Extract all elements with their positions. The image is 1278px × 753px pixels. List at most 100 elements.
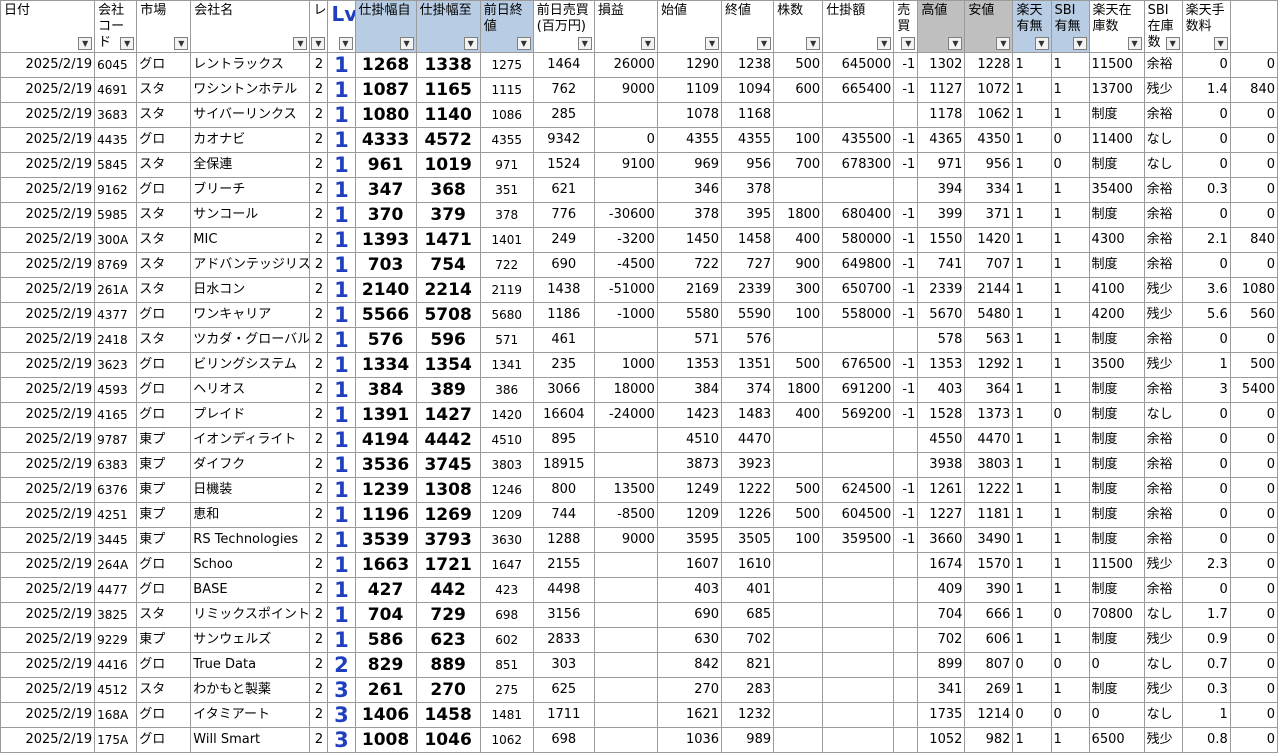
sbi-stock-cell[interactable]: 残少: [1143, 727, 1183, 753]
sbi-flag-cell[interactable]: 1: [1050, 227, 1090, 253]
shares-cell[interactable]: [773, 577, 824, 603]
close-cell[interactable]: 1483: [721, 402, 775, 428]
entry-to-cell[interactable]: 5708: [415, 302, 481, 328]
sbi-stock-cell[interactable]: なし: [1143, 402, 1183, 428]
date-cell[interactable]: 2025/2/19: [0, 627, 96, 653]
filter-dropdown-icon[interactable]: ▼: [705, 37, 720, 50]
column-header[interactable]: 日付 ▼: [0, 0, 96, 53]
close-cell[interactable]: 2339: [721, 277, 775, 303]
position-amount-cell[interactable]: [822, 652, 895, 678]
rakuten-fee-cell[interactable]: 5.6: [1181, 302, 1231, 328]
code-cell[interactable]: 261A: [94, 277, 138, 303]
fee-amount-cell[interactable]: 0: [1229, 52, 1278, 78]
level-cell[interactable]: 2: [309, 677, 329, 703]
entry-to-cell[interactable]: 270: [415, 677, 481, 703]
lv-cell[interactable]: 1: [327, 602, 356, 628]
prev-volume-cell[interactable]: 1288: [532, 527, 595, 553]
entry-to-cell[interactable]: 3793: [415, 527, 481, 553]
open-cell[interactable]: 571: [656, 327, 723, 353]
lv-cell[interactable]: 1: [327, 627, 356, 653]
level-cell[interactable]: 2: [309, 52, 329, 78]
high-cell[interactable]: 409: [917, 577, 966, 603]
close-cell[interactable]: 1351: [721, 352, 775, 378]
filter-dropdown-icon[interactable]: ▼: [399, 37, 414, 50]
entry-to-cell[interactable]: 4572: [415, 127, 481, 153]
profit-loss-cell[interactable]: [593, 177, 658, 203]
low-cell[interactable]: 1181: [964, 502, 1014, 528]
sbi-stock-cell[interactable]: なし: [1143, 652, 1183, 678]
high-cell[interactable]: 403: [917, 377, 966, 403]
code-cell[interactable]: 5845: [94, 152, 138, 178]
profit-loss-cell[interactable]: -51000: [593, 277, 658, 303]
company-name-cell[interactable]: 日水コン: [190, 277, 311, 303]
date-cell[interactable]: 2025/2/19: [0, 302, 96, 328]
side-cell[interactable]: -1: [893, 77, 919, 103]
entry-to-cell[interactable]: 1165: [415, 77, 481, 103]
lv-cell[interactable]: 1: [327, 152, 356, 178]
prev-volume-cell[interactable]: 776: [532, 202, 595, 228]
date-cell[interactable]: 2025/2/19: [0, 577, 96, 603]
sbi-flag-cell[interactable]: 0: [1050, 702, 1090, 728]
profit-loss-cell[interactable]: 13500: [593, 477, 658, 503]
rakuten-stock-cell[interactable]: 制度: [1088, 477, 1145, 503]
filter-dropdown-icon[interactable]: ▼: [757, 37, 772, 50]
close-cell[interactable]: 956: [721, 152, 775, 178]
filter-dropdown-icon[interactable]: ▼: [877, 37, 892, 50]
position-amount-cell[interactable]: 624500: [822, 477, 895, 503]
code-cell[interactable]: 168A: [94, 702, 138, 728]
market-cell[interactable]: スタ: [136, 602, 192, 628]
profit-loss-cell[interactable]: 1000: [593, 352, 658, 378]
close-cell[interactable]: 1222: [721, 477, 775, 503]
fee-amount-cell[interactable]: 0: [1229, 577, 1278, 603]
sbi-flag-cell[interactable]: 0: [1050, 652, 1090, 678]
level-cell[interactable]: 2: [309, 177, 329, 203]
column-header[interactable]: 前日終値 ▼: [479, 0, 534, 53]
high-cell[interactable]: 1052: [917, 727, 966, 753]
company-name-cell[interactable]: ワシントンホテル: [190, 77, 311, 103]
date-cell[interactable]: 2025/2/19: [0, 527, 96, 553]
open-cell[interactable]: 378: [656, 202, 723, 228]
open-cell[interactable]: 842: [656, 652, 723, 678]
rakuten-fee-cell[interactable]: 0.9: [1181, 627, 1231, 653]
close-cell[interactable]: 989: [721, 727, 775, 753]
date-cell[interactable]: 2025/2/19: [0, 252, 96, 278]
fee-amount-cell[interactable]: 0: [1229, 202, 1278, 228]
filter-dropdown-icon[interactable]: ▼: [577, 37, 592, 50]
high-cell[interactable]: 3938: [917, 452, 966, 478]
date-cell[interactable]: 2025/2/19: [0, 377, 96, 403]
open-cell[interactable]: 1209: [656, 502, 723, 528]
company-name-cell[interactable]: ブリーチ: [190, 177, 311, 203]
high-cell[interactable]: 4365: [917, 127, 966, 153]
profit-loss-cell[interactable]: [593, 427, 658, 453]
prev-close-cell[interactable]: 698: [479, 602, 534, 628]
lv-cell[interactable]: 1: [327, 377, 356, 403]
rakuten-fee-cell[interactable]: 2.3: [1181, 552, 1231, 578]
profit-loss-cell[interactable]: [593, 627, 658, 653]
high-cell[interactable]: 899: [917, 652, 966, 678]
sbi-flag-cell[interactable]: 1: [1050, 502, 1090, 528]
entry-from-cell[interactable]: 3536: [354, 452, 417, 478]
company-name-cell[interactable]: わかもと製薬: [190, 677, 311, 703]
open-cell[interactable]: 1109: [656, 77, 723, 103]
level-cell[interactable]: 2: [309, 477, 329, 503]
entry-from-cell[interactable]: 704: [354, 602, 417, 628]
date-cell[interactable]: 2025/2/19: [0, 277, 96, 303]
open-cell[interactable]: 1450: [656, 227, 723, 253]
lv-cell[interactable]: 1: [327, 527, 356, 553]
rakuten-fee-cell[interactable]: 1.4: [1181, 77, 1231, 103]
rakuten-flag-cell[interactable]: 1: [1012, 177, 1052, 203]
market-cell[interactable]: 東プ: [136, 502, 192, 528]
side-cell[interactable]: [893, 627, 919, 653]
fee-amount-cell[interactable]: 840: [1229, 227, 1278, 253]
lv-cell[interactable]: 1: [327, 427, 356, 453]
entry-from-cell[interactable]: 427: [354, 577, 417, 603]
prev-volume-cell[interactable]: 2155: [532, 552, 595, 578]
filter-dropdown-icon[interactable]: ▼: [1127, 37, 1142, 50]
entry-to-cell[interactable]: 368: [415, 177, 481, 203]
high-cell[interactable]: 704: [917, 602, 966, 628]
open-cell[interactable]: 722: [656, 252, 723, 278]
column-header[interactable]: 始値 ▼: [656, 0, 723, 53]
prev-volume-cell[interactable]: 744: [532, 502, 595, 528]
open-cell[interactable]: 3873: [656, 452, 723, 478]
code-cell[interactable]: 9162: [94, 177, 138, 203]
